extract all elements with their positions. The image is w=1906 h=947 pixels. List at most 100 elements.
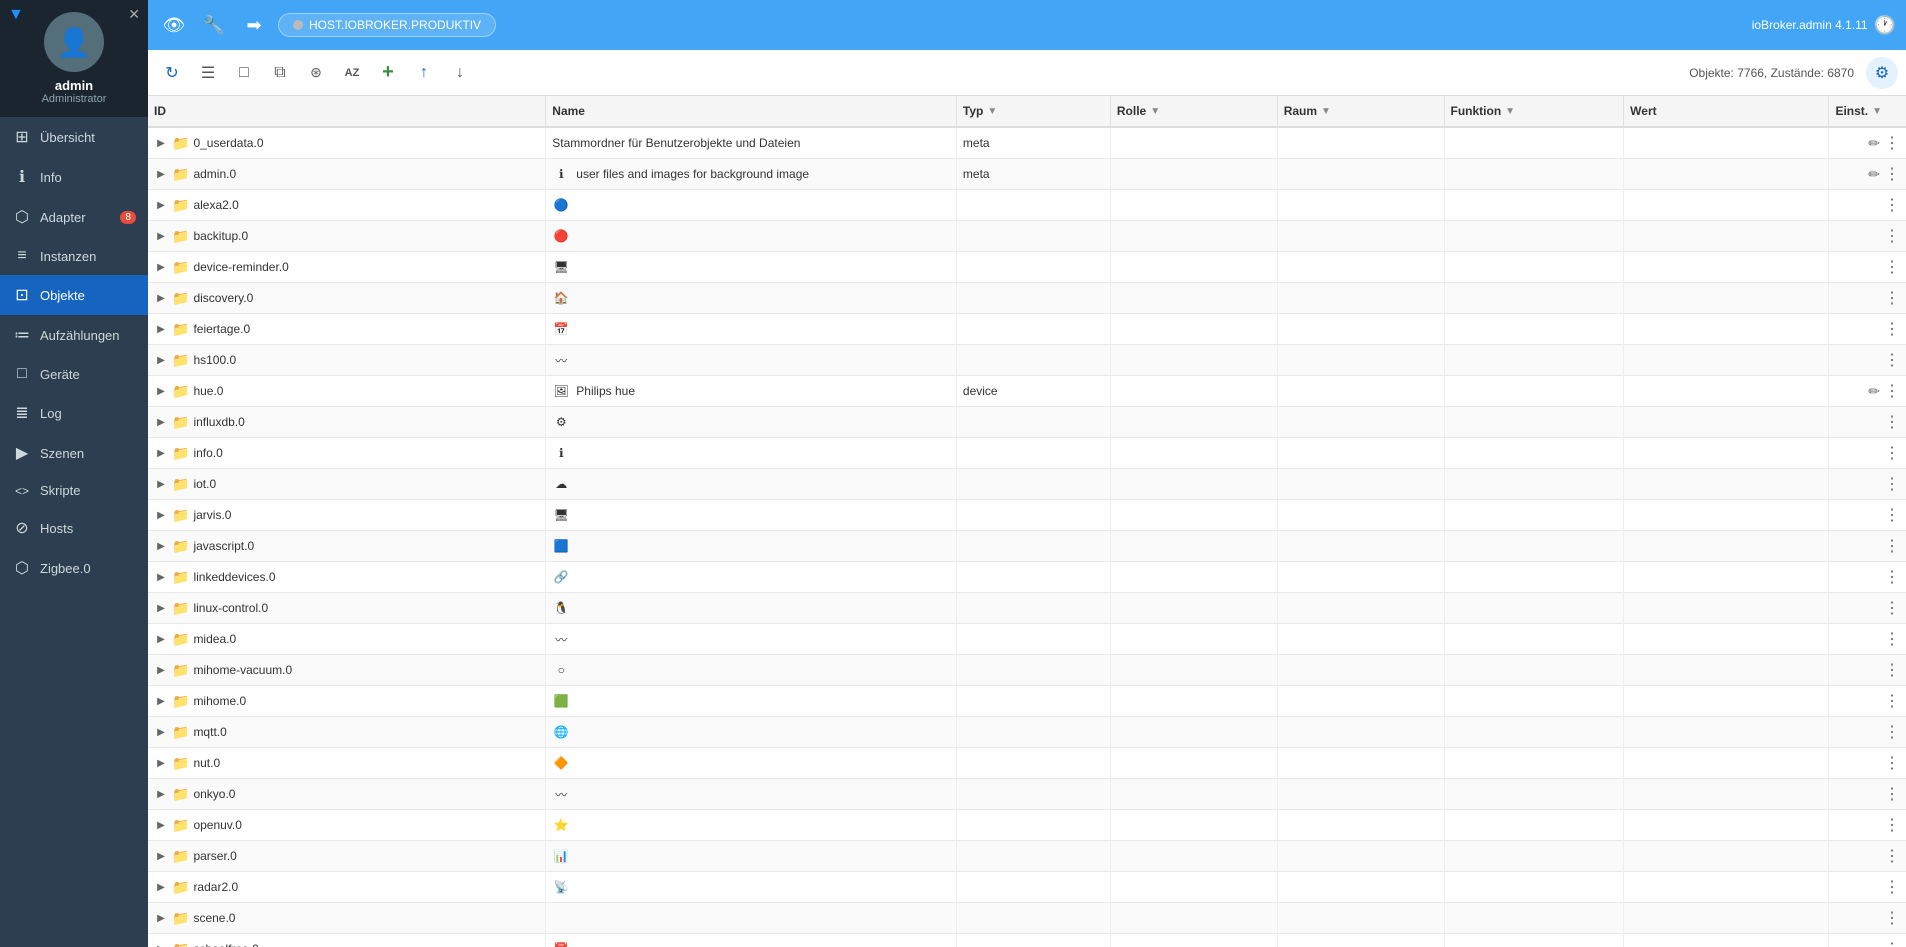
delete-btn[interactable]: ⋮	[1884, 226, 1900, 246]
expand-btn[interactable]: ▶	[154, 539, 168, 553]
expand-btn[interactable]: ▶	[154, 353, 168, 367]
delete-btn[interactable]: ⋮	[1884, 164, 1900, 184]
delete-btn[interactable]: ⋮	[1884, 195, 1900, 215]
table-row: ▶ 📁 scene.0 ⋮	[148, 903, 1906, 934]
expand-btn[interactable]: ▶	[154, 911, 168, 925]
sidebar-item-uebersicht[interactable]: ⊞ Übersicht	[0, 117, 148, 157]
row-rolle	[1110, 283, 1277, 314]
expand-btn[interactable]: ▶	[154, 446, 168, 460]
delete-btn[interactable]: ⋮	[1884, 660, 1900, 680]
delete-btn[interactable]: ⋮	[1884, 474, 1900, 494]
copy-btn[interactable]: ⧉	[264, 57, 296, 89]
th-rolle[interactable]: Rolle ▼	[1110, 96, 1277, 127]
expand-btn[interactable]: ▶	[154, 136, 168, 150]
delete-btn[interactable]: ⋮	[1884, 691, 1900, 711]
delete-btn[interactable]: ⋮	[1884, 629, 1900, 649]
expand-btn[interactable]: ▶	[154, 632, 168, 646]
delete-btn[interactable]: ⋮	[1884, 753, 1900, 773]
download-btn[interactable]: ↓	[444, 57, 476, 89]
expand-btn[interactable]: ▶	[154, 167, 168, 181]
logout-icon-btn[interactable]: ➡	[238, 9, 270, 41]
expand-btn[interactable]: ▶	[154, 601, 168, 615]
grid-view-btn[interactable]: □	[228, 57, 260, 89]
edit-btn[interactable]: ✏	[1868, 383, 1880, 400]
expand-btn[interactable]: ▶	[154, 384, 168, 398]
th-einst[interactable]: Einst. ▼	[1829, 96, 1906, 127]
delete-btn[interactable]: ⋮	[1884, 381, 1900, 401]
expand-btn[interactable]: ▶	[154, 291, 168, 305]
sidebar-item-log[interactable]: ≣ Log	[0, 393, 148, 433]
delete-btn[interactable]: ⋮	[1884, 784, 1900, 804]
host-select-btn[interactable]: HOST.IOBROKER.PRODUKTIV	[278, 13, 496, 37]
delete-btn[interactable]: ⋮	[1884, 257, 1900, 277]
upload-btn[interactable]: ↑	[408, 57, 440, 89]
delete-btn[interactable]: ⋮	[1884, 288, 1900, 308]
row-wert	[1624, 748, 1829, 779]
delete-btn[interactable]: ⋮	[1884, 939, 1900, 947]
sidebar-item-geraete[interactable]: □ Geräte	[0, 355, 148, 393]
row-rolle	[1110, 872, 1277, 903]
eye-icon-btn[interactable]: 👁	[158, 9, 190, 41]
adapter-icon: ⚙	[552, 413, 570, 431]
delete-btn[interactable]: ⋮	[1884, 598, 1900, 618]
sidebar-item-hosts[interactable]: ⊘ Hosts	[0, 508, 148, 548]
delete-btn[interactable]: ⋮	[1884, 567, 1900, 587]
expand-btn[interactable]: ▶	[154, 229, 168, 243]
expand-btn[interactable]: ▶	[154, 322, 168, 336]
refresh-btn[interactable]: ↻	[156, 57, 188, 89]
expand-btn[interactable]: ▶	[154, 477, 168, 491]
delete-btn[interactable]: ⋮	[1884, 319, 1900, 339]
row-rolle	[1110, 686, 1277, 717]
expand-btn[interactable]: ▶	[154, 198, 168, 212]
delete-btn[interactable]: ⋮	[1884, 722, 1900, 742]
expand-btn[interactable]: ▶	[154, 880, 168, 894]
delete-btn[interactable]: ⋮	[1884, 505, 1900, 525]
sidebar-item-adapter[interactable]: ⬡ Adapter 8	[0, 197, 148, 237]
list-view-btn[interactable]: ☰	[192, 57, 224, 89]
sidebar-item-aufzaehlungen[interactable]: ≔ Aufzählungen	[0, 315, 148, 355]
delete-btn[interactable]: ⋮	[1884, 846, 1900, 866]
expand-btn[interactable]: ▶	[154, 849, 168, 863]
expand-btn[interactable]: ▶	[154, 694, 168, 708]
delete-btn[interactable]: ⋮	[1884, 815, 1900, 835]
edit-btn[interactable]: ✏	[1868, 166, 1880, 183]
expand-btn[interactable]: ▶	[154, 942, 168, 947]
sidebar-item-zigbee[interactable]: ⬡ Zigbee.0	[0, 548, 148, 588]
add-btn[interactable]: +	[372, 57, 404, 89]
sidebar-close-btn[interactable]: ✕	[128, 6, 140, 23]
wrench-icon-btn[interactable]: 🔧	[198, 9, 230, 41]
delete-btn[interactable]: ⋮	[1884, 350, 1900, 370]
delete-btn[interactable]: ⋮	[1884, 908, 1900, 928]
row-raum	[1277, 841, 1444, 872]
expand-btn[interactable]: ▶	[154, 260, 168, 274]
expand-btn[interactable]: ▶	[154, 570, 168, 584]
delete-btn[interactable]: ⋮	[1884, 443, 1900, 463]
th-raum[interactable]: Raum ▼	[1277, 96, 1444, 127]
expand-btn[interactable]: ▶	[154, 508, 168, 522]
expand-btn[interactable]: ▶	[154, 818, 168, 832]
sidebar-item-instanzen[interactable]: ≡ Instanzen	[0, 237, 148, 275]
expand-btn[interactable]: ▶	[154, 787, 168, 801]
row-wert	[1624, 190, 1829, 221]
sidebar-item-info[interactable]: ℹ Info	[0, 157, 148, 197]
sidebar-item-szenen[interactable]: ▶ Szenen	[0, 433, 148, 473]
edit-btn[interactable]: ✏	[1868, 135, 1880, 152]
delete-btn[interactable]: ⋮	[1884, 412, 1900, 432]
topbar-clock-icon[interactable]: 🕐	[1874, 15, 1896, 36]
sidebar-item-objekte[interactable]: ⊡ Objekte	[0, 275, 148, 315]
expand-btn[interactable]: ▶	[154, 725, 168, 739]
sidebar-header: ▼ ✕ 👤 admin Administrator	[0, 0, 148, 117]
delete-btn[interactable]: ⋮	[1884, 536, 1900, 556]
sidebar-item-skripte[interactable]: <> Skripte	[0, 473, 148, 508]
delete-btn[interactable]: ⋮	[1884, 877, 1900, 897]
column-settings-btn[interactable]: ⚙	[1866, 57, 1898, 89]
filter-btn[interactable]: ⊛	[300, 57, 332, 89]
expand-btn[interactable]: ▶	[154, 756, 168, 770]
folder-icon: 📁	[172, 135, 189, 152]
delete-btn[interactable]: ⋮	[1884, 133, 1900, 153]
sort-az-btn[interactable]: AZ	[336, 57, 368, 89]
expand-btn[interactable]: ▶	[154, 663, 168, 677]
expand-btn[interactable]: ▶	[154, 415, 168, 429]
th-funktion[interactable]: Funktion ▼	[1444, 96, 1624, 127]
th-typ[interactable]: Typ ▼	[956, 96, 1110, 127]
